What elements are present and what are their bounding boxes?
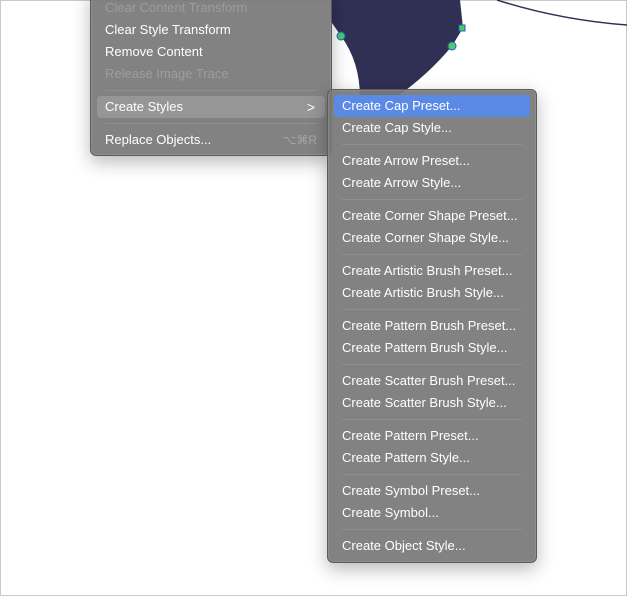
submenu-item-label: Create Pattern Brush Preset... — [342, 318, 517, 333]
menu-item-label: Release Image Trace — [105, 66, 229, 81]
submenu-item-label: Create Corner Shape Preset... — [342, 208, 518, 223]
submenu-item-create-artistic-brush-style[interactable]: Create Artistic Brush Style... — [334, 282, 530, 304]
submenu-item-label: Create Symbol Preset... — [342, 483, 480, 498]
anchor-point[interactable] — [458, 24, 466, 32]
menu-item-clear-content-transform: Clear Content Transform — [97, 0, 325, 19]
submenu-item-create-scatter-brush-style[interactable]: Create Scatter Brush Style... — [334, 392, 530, 414]
submenu-item-label: Create Artistic Brush Style... — [342, 285, 504, 300]
submenu-item-create-arrow-preset[interactable]: Create Arrow Preset... — [334, 150, 530, 172]
menu-item-label: Create Styles — [105, 99, 184, 114]
submenu-item-label: Create Pattern Preset... — [342, 428, 479, 443]
anchor-point[interactable] — [336, 31, 346, 41]
keyboard-shortcut: ⌥⌘R — [282, 133, 318, 147]
submenu-item-create-symbol-preset[interactable]: Create Symbol Preset... — [334, 480, 530, 502]
menu-separator — [342, 309, 522, 310]
menu-separator — [105, 123, 317, 124]
submenu-item-label: Create Object Style... — [342, 538, 466, 553]
menu-separator — [342, 529, 522, 530]
submenu-item-label: Create Pattern Style... — [342, 450, 470, 465]
menu-separator — [342, 144, 522, 145]
menu-item-replace-objects[interactable]: Replace Objects... ⌥⌘R — [97, 129, 325, 151]
submenu-item-create-cap-style[interactable]: Create Cap Style... — [334, 117, 530, 139]
menu-item-label: Clear Content Transform — [105, 0, 248, 15]
submenu-item-create-cap-preset[interactable]: Create Cap Preset... — [334, 95, 530, 117]
submenu-item-label: Create Cap Preset... — [342, 98, 461, 113]
submenu-item-label: Create Artistic Brush Preset... — [342, 263, 513, 278]
submenu-item-create-artistic-brush-preset[interactable]: Create Artistic Brush Preset... — [334, 260, 530, 282]
menu-item-clear-style-transform[interactable]: Clear Style Transform — [97, 19, 325, 41]
submenu-item-create-pattern-brush-preset[interactable]: Create Pattern Brush Preset... — [334, 315, 530, 337]
menu-item-label: Replace Objects... — [105, 132, 212, 147]
menu-separator — [342, 254, 522, 255]
submenu-item-create-corner-shape-style[interactable]: Create Corner Shape Style... — [334, 227, 530, 249]
menu-separator — [342, 364, 522, 365]
chevron-right-icon: > — [306, 99, 315, 115]
menu-item-remove-content[interactable]: Remove Content — [97, 41, 325, 63]
anchor-point[interactable] — [447, 41, 457, 51]
submenu-item-create-pattern-style[interactable]: Create Pattern Style... — [334, 447, 530, 469]
menu-separator — [105, 90, 317, 91]
menu-item-create-styles[interactable]: Create Styles > — [97, 96, 325, 118]
menu-separator — [342, 474, 522, 475]
submenu-item-label: Create Arrow Style... — [342, 175, 462, 190]
submenu-item-label: Create Pattern Brush Style... — [342, 340, 508, 355]
submenu-item-create-object-style[interactable]: Create Object Style... — [334, 535, 530, 557]
context-menu: Clear Content Transform Clear Style Tran… — [90, 0, 332, 156]
navy-shape[interactable] — [330, 0, 463, 98]
submenu-item-label: Create Scatter Brush Style... — [342, 395, 507, 410]
outline-arc[interactable] — [496, 0, 627, 26]
submenu-item-label: Create Cap Style... — [342, 120, 452, 135]
menu-separator — [342, 419, 522, 420]
submenu-item-label: Create Arrow Preset... — [342, 153, 470, 168]
submenu-item-create-arrow-style[interactable]: Create Arrow Style... — [334, 172, 530, 194]
menu-item-release-image-trace: Release Image Trace — [97, 63, 325, 85]
submenu-item-create-pattern-preset[interactable]: Create Pattern Preset... — [334, 425, 530, 447]
submenu-item-create-symbol[interactable]: Create Symbol... — [334, 502, 530, 524]
submenu-item-label: Create Corner Shape Style... — [342, 230, 509, 245]
menu-separator — [342, 199, 522, 200]
menu-item-label: Clear Style Transform — [105, 22, 231, 37]
submenu-item-create-scatter-brush-preset[interactable]: Create Scatter Brush Preset... — [334, 370, 530, 392]
submenu-item-label: Create Symbol... — [342, 505, 439, 520]
submenu-item-create-corner-shape-preset[interactable]: Create Corner Shape Preset... — [334, 205, 530, 227]
create-styles-submenu: Create Cap Preset... Create Cap Style...… — [327, 89, 537, 563]
menu-item-label: Remove Content — [105, 44, 203, 59]
submenu-item-create-pattern-brush-style[interactable]: Create Pattern Brush Style... — [334, 337, 530, 359]
submenu-item-label: Create Scatter Brush Preset... — [342, 373, 516, 388]
